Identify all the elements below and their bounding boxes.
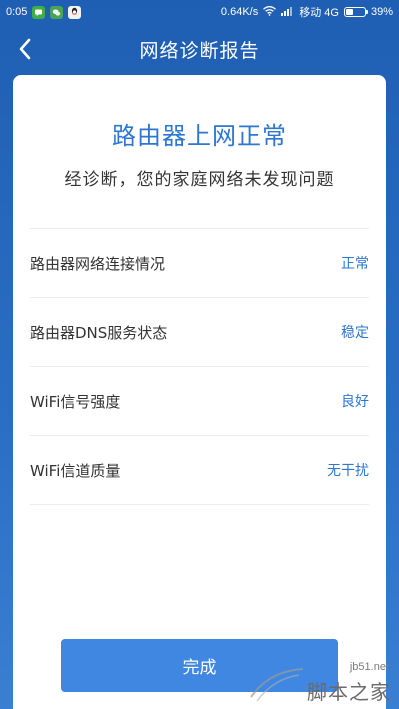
page-title: 网络诊断报告 — [139, 39, 260, 62]
qq-icon — [68, 5, 82, 19]
back-button[interactable] — [8, 32, 42, 66]
check-status: 良好 — [341, 394, 369, 410]
wechat-icon — [50, 5, 64, 19]
watermark-name: 脚本之家 — [307, 680, 391, 704]
check-row: WiFi信道质量 无干扰 — [30, 436, 369, 505]
watermark-swoosh-icon — [250, 668, 304, 702]
check-label: 路由器网络连接情况 — [30, 254, 166, 273]
result-title: 路由器上网正常 — [112, 122, 287, 150]
check-row: 路由器DNS服务状态 稳定 — [30, 298, 369, 367]
watermark-url: jb51.net — [349, 661, 389, 673]
battery-percent: 39% — [370, 6, 393, 18]
check-label: WiFi信道质量 — [30, 461, 121, 480]
status-bar: 0:05 0.64K/s 移动 4G 39% — [0, 0, 399, 24]
check-status: 正常 — [341, 256, 369, 272]
chevron-left-icon — [19, 38, 31, 60]
check-row: WiFi信号强度 良好 — [30, 367, 369, 436]
battery-icon — [343, 7, 368, 17]
signal-icon — [281, 6, 294, 19]
check-status: 稳定 — [341, 325, 369, 341]
battery-fill — [345, 9, 353, 15]
check-label: WiFi信号强度 — [30, 392, 121, 411]
check-row: 路由器网络连接情况 正常 — [30, 229, 369, 298]
watermark: jb51.net 脚本之家 — [245, 661, 395, 705]
report-card: 路由器上网正常 经诊断，您的家庭网络未发现问题 路由器网络连接情况 正常 路由器… — [13, 75, 386, 709]
header: 网络诊断报告 — [0, 24, 399, 74]
check-list: 路由器网络连接情况 正常 路由器DNS服务状态 稳定 WiFi信号强度 良好 W… — [30, 228, 369, 505]
result-subtitle: 经诊断，您的家庭网络未发现问题 — [64, 170, 335, 190]
carrier-label: 移动 4G — [299, 7, 339, 19]
status-time: 0:05 — [6, 6, 28, 18]
status-right: 0.64K/s 移动 4G 39% — [221, 4, 393, 20]
wifi-icon — [263, 5, 277, 19]
check-status: 无干扰 — [327, 463, 369, 479]
message-icon — [32, 5, 46, 19]
status-left: 0:05 — [6, 5, 82, 19]
check-label: 路由器DNS服务状态 — [30, 323, 168, 342]
network-speed: 0.64K/s — [220, 6, 259, 18]
